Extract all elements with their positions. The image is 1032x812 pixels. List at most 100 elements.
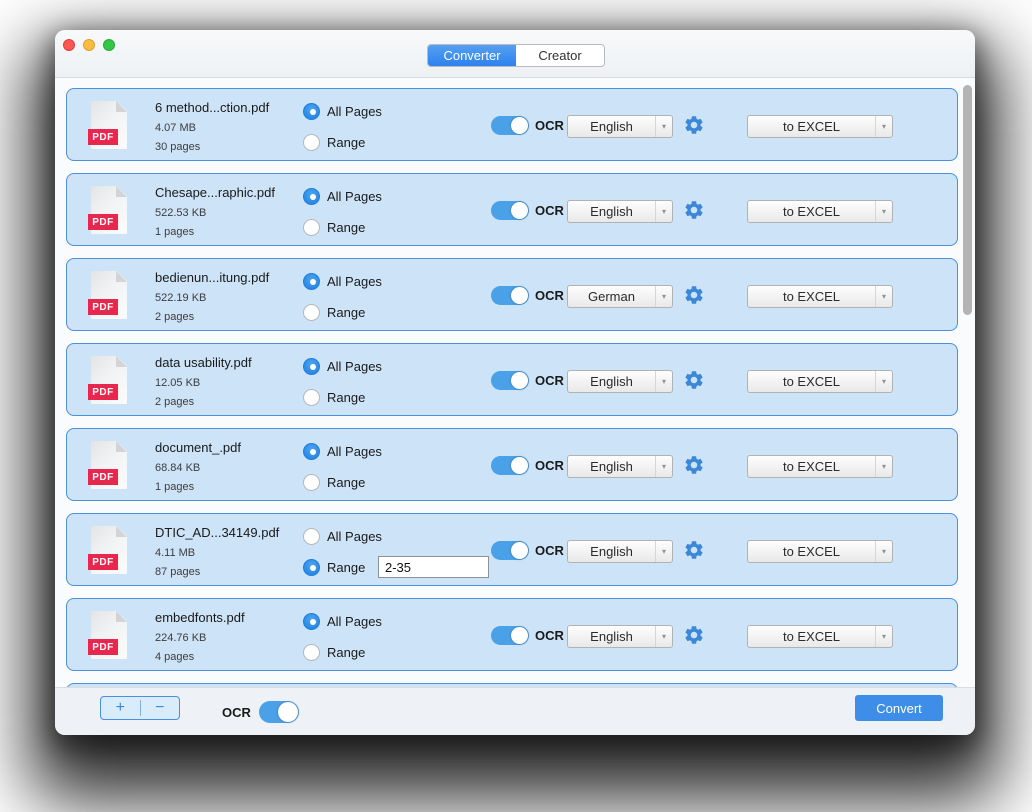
all-pages-label: All Pages	[327, 188, 382, 204]
gear-icon[interactable]	[683, 114, 705, 136]
convert-button[interactable]: Convert	[855, 695, 943, 721]
range-radio[interactable]	[303, 643, 320, 661]
ocr-toggle[interactable]	[491, 456, 529, 475]
range-label: Range	[327, 304, 366, 320]
range-option[interactable]: Range	[303, 556, 489, 578]
language-value: English	[590, 459, 633, 474]
all-pages-option[interactable]: All Pages	[303, 357, 382, 375]
gear-icon[interactable]	[683, 369, 705, 391]
ocr-group: OCR	[491, 541, 564, 560]
pdf-file-icon: PDF	[88, 611, 127, 659]
output-format-value: to EXCEL	[782, 459, 841, 474]
all-pages-radio[interactable]	[303, 527, 320, 545]
page-range-options: All Pages Range	[303, 357, 382, 419]
list-item: PDF data usability.pdf 12.05 KB 2 pages …	[66, 343, 958, 416]
language-select[interactable]: English ▾	[567, 455, 673, 478]
ocr-toggle[interactable]	[491, 286, 529, 305]
scrollbar-thumb[interactable]	[963, 85, 972, 315]
output-format-select[interactable]: to EXCEL ▾	[747, 115, 893, 138]
minimize-button[interactable]	[83, 39, 95, 51]
pdf-file-icon: PDF	[88, 356, 127, 404]
ocr-toggle[interactable]	[491, 626, 529, 645]
close-button[interactable]	[63, 39, 75, 51]
range-option[interactable]: Range	[303, 218, 382, 236]
language-select[interactable]: German ▾	[567, 285, 673, 308]
all-pages-option[interactable]: All Pages	[303, 272, 382, 290]
remove-file-button[interactable]: −	[141, 697, 180, 719]
global-ocr-label: OCR	[222, 704, 251, 720]
toggle-knob	[511, 372, 528, 389]
language-select[interactable]: English ▾	[567, 115, 673, 138]
language-select[interactable]: English ▾	[567, 540, 673, 563]
all-pages-option[interactable]: All Pages	[303, 442, 382, 460]
scrollbar[interactable]	[961, 79, 974, 687]
pdf-badge: PDF	[88, 469, 118, 485]
all-pages-label: All Pages	[327, 358, 382, 374]
range-radio[interactable]	[303, 218, 320, 236]
gear-icon[interactable]	[683, 454, 705, 476]
all-pages-option[interactable]: All Pages	[303, 102, 382, 120]
ocr-group: OCR	[491, 201, 564, 220]
toggle-knob	[511, 117, 528, 134]
output-format-select[interactable]: to EXCEL ▾	[747, 625, 893, 648]
ocr-toggle[interactable]	[491, 201, 529, 220]
range-radio[interactable]	[303, 473, 320, 491]
language-select[interactable]: English ▾	[567, 200, 673, 223]
range-option[interactable]: Range	[303, 133, 382, 151]
all-pages-option[interactable]: All Pages	[303, 527, 382, 545]
range-radio[interactable]	[303, 558, 320, 576]
file-info: embedfonts.pdf 224.76 KB 4 pages	[155, 610, 300, 663]
gear-icon[interactable]	[683, 624, 705, 646]
ocr-toggle[interactable]	[491, 116, 529, 135]
range-option[interactable]: Range	[303, 303, 382, 321]
page-range-options: All Pages Range	[303, 272, 382, 334]
range-radio[interactable]	[303, 303, 320, 321]
output-format-select[interactable]: to EXCEL ▾	[747, 200, 893, 223]
add-file-button[interactable]: +	[101, 697, 140, 719]
all-pages-radio[interactable]	[303, 102, 320, 120]
language-select[interactable]: English ▾	[567, 625, 673, 648]
file-info: document_.pdf 68.84 KB 1 pages	[155, 440, 300, 493]
page-range-options: All Pages Range	[303, 187, 382, 249]
range-input[interactable]	[378, 556, 489, 578]
output-format-select[interactable]: to EXCEL ▾	[747, 455, 893, 478]
language-value: English	[590, 204, 633, 219]
range-radio[interactable]	[303, 388, 320, 406]
output-format-value: to EXCEL	[782, 119, 841, 134]
range-option[interactable]: Range	[303, 388, 382, 406]
mode-segmented-control: Converter Creator	[427, 44, 605, 67]
gear-icon[interactable]	[683, 199, 705, 221]
all-pages-label: All Pages	[327, 613, 382, 629]
all-pages-radio[interactable]	[303, 357, 320, 375]
global-ocr-toggle[interactable]	[258, 701, 299, 723]
output-format-select[interactable]: to EXCEL ▾	[747, 370, 893, 393]
output-format-select[interactable]: to EXCEL ▾	[747, 285, 893, 308]
ocr-group: OCR	[491, 371, 564, 390]
all-pages-radio[interactable]	[303, 442, 320, 460]
all-pages-option[interactable]: All Pages	[303, 612, 382, 630]
tab-converter[interactable]: Converter	[428, 45, 516, 66]
all-pages-option[interactable]: All Pages	[303, 187, 382, 205]
chevron-down-icon: ▾	[875, 626, 892, 647]
range-option[interactable]: Range	[303, 643, 382, 661]
ocr-toggle[interactable]	[491, 371, 529, 390]
output-format-select[interactable]: to EXCEL ▾	[747, 540, 893, 563]
chevron-down-icon: ▾	[875, 371, 892, 392]
ocr-toggle[interactable]	[491, 541, 529, 560]
file-info: data usability.pdf 12.05 KB 2 pages	[155, 355, 300, 408]
file-size: 4.11 MB	[155, 547, 196, 559]
ocr-label: OCR	[535, 373, 564, 388]
tab-creator[interactable]: Creator	[516, 45, 604, 66]
range-label: Range	[327, 644, 366, 660]
range-radio[interactable]	[303, 133, 320, 151]
ocr-label: OCR	[535, 458, 564, 473]
language-select[interactable]: English ▾	[567, 370, 673, 393]
ocr-label: OCR	[535, 118, 564, 133]
gear-icon[interactable]	[683, 539, 705, 561]
zoom-button[interactable]	[103, 39, 115, 51]
all-pages-radio[interactable]	[303, 187, 320, 205]
range-option[interactable]: Range	[303, 473, 382, 491]
all-pages-radio[interactable]	[303, 272, 320, 290]
all-pages-radio[interactable]	[303, 612, 320, 630]
gear-icon[interactable]	[683, 284, 705, 306]
